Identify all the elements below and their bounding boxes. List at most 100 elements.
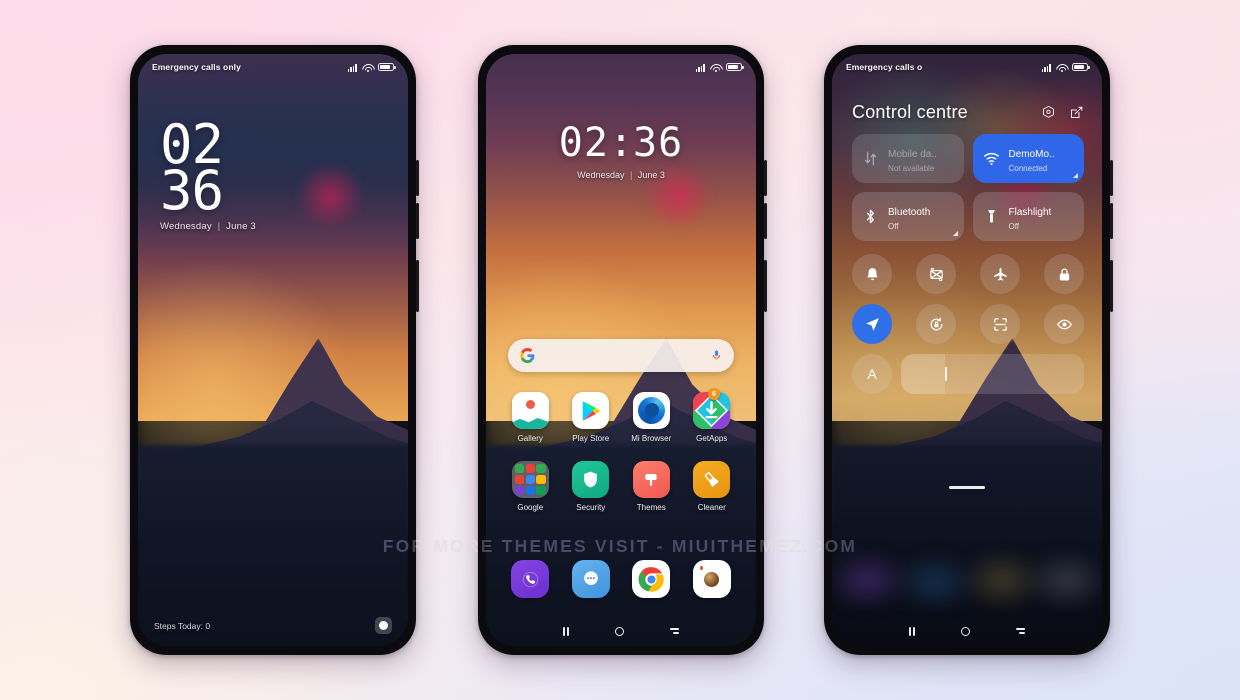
date-day: Wednesday bbox=[160, 220, 212, 232]
app-gallery[interactable]: Gallery bbox=[500, 392, 561, 443]
brightness-slider-knob[interactable] bbox=[944, 367, 947, 381]
app-label: Mi Browser bbox=[631, 434, 672, 443]
control-centre-status-bar: Emergency calls o bbox=[832, 54, 1102, 80]
google-search-bar[interactable] bbox=[508, 339, 734, 372]
auto-brightness-icon[interactable]: A bbox=[852, 354, 892, 394]
battery-icon bbox=[378, 62, 396, 72]
tile-mobile-data[interactable]: Mobile da.. Not available bbox=[852, 134, 964, 183]
back-icon[interactable] bbox=[1016, 628, 1026, 634]
drag-handle-icon[interactable] bbox=[949, 486, 985, 489]
volume-up-button[interactable] bbox=[764, 160, 767, 196]
app-label: GetApps bbox=[696, 434, 728, 443]
tile-subtitle: Off bbox=[1008, 221, 1020, 231]
status-icons bbox=[347, 62, 396, 72]
app-themes[interactable]: Themes bbox=[621, 461, 682, 512]
app-getapps[interactable]: 6 GetApps bbox=[682, 388, 743, 443]
microphone-icon[interactable] bbox=[711, 348, 722, 363]
app-play-store[interactable]: Play Store bbox=[561, 392, 622, 443]
carrier-label: Emergency calls o bbox=[846, 62, 923, 72]
toggle-silent-bell[interactable] bbox=[852, 254, 892, 294]
wifi-tile-icon bbox=[983, 150, 1000, 167]
app-label: Gallery bbox=[517, 434, 543, 443]
steps-counter: Steps Today: 0 bbox=[154, 620, 211, 631]
toggle-lock[interactable] bbox=[1044, 254, 1084, 294]
tile-flashlight[interactable]: Flashlight Off bbox=[972, 192, 1084, 241]
tile-text: Bluetooth Off bbox=[888, 202, 930, 231]
homescreen-date: Wednesday | June 3 bbox=[486, 170, 756, 180]
lockscreen-screen[interactable]: Emergency calls only 02 36 Wednesday | J… bbox=[138, 54, 408, 646]
flashlight-icon bbox=[983, 208, 1000, 225]
date-day: Wednesday bbox=[577, 170, 625, 180]
toggle-screenshot[interactable] bbox=[916, 254, 956, 294]
control-centre-header: Control centre bbox=[852, 102, 1084, 123]
settings-hex-icon[interactable] bbox=[1041, 105, 1056, 120]
tile-expand-corner-icon[interactable] bbox=[1073, 173, 1078, 178]
date-date: June 3 bbox=[637, 170, 665, 180]
tile-title: DemoMo.. bbox=[1008, 149, 1055, 161]
volume-up-button[interactable] bbox=[416, 160, 419, 196]
app-security[interactable]: Security bbox=[561, 461, 622, 512]
signal-bars-icon bbox=[347, 63, 357, 72]
app-label: Google bbox=[517, 503, 544, 512]
toggle-auto-rotate-lock[interactable] bbox=[916, 304, 956, 344]
back-icon[interactable] bbox=[670, 628, 680, 634]
toggle-airplane-mode[interactable] bbox=[980, 254, 1020, 294]
app-row-2: Google Security Themes Cleaner bbox=[500, 461, 742, 512]
app-label: Security bbox=[576, 503, 606, 512]
dock-app-messages[interactable] bbox=[561, 560, 622, 598]
clock-minutes: 36 bbox=[633, 120, 684, 166]
carrier-label: Emergency calls only bbox=[152, 62, 241, 72]
home-icon[interactable] bbox=[961, 626, 971, 636]
clock-time: 02:36 bbox=[486, 120, 756, 166]
tile-row-1: Mobile da.. Not available DemoMo.. Conne… bbox=[852, 134, 1084, 183]
tile-wifi[interactable]: DemoMo.. Connected bbox=[972, 134, 1084, 183]
phone-control-centre: Emergency calls o Control centre Mobile … bbox=[824, 45, 1113, 655]
power-button[interactable] bbox=[1110, 260, 1113, 312]
status-icons bbox=[695, 62, 744, 72]
date-separator: | bbox=[217, 220, 221, 232]
volume-down-button[interactable] bbox=[764, 203, 767, 239]
play-store-icon bbox=[572, 392, 610, 429]
homescreen-screen[interactable]: 02:36 Wednesday | June 3 Gallery Play St… bbox=[486, 54, 756, 646]
app-google-folder[interactable]: Google bbox=[500, 461, 561, 512]
tile-subtitle: Not available bbox=[888, 163, 935, 173]
google-folder-icon bbox=[511, 461, 549, 498]
control-centre-screen[interactable]: Emergency calls o Control centre Mobile … bbox=[832, 54, 1102, 646]
camera-icon bbox=[692, 560, 731, 598]
camera-shortcut-icon[interactable] bbox=[375, 617, 392, 634]
dock-app-camera[interactable] bbox=[682, 560, 743, 598]
app-cleaner[interactable]: Cleaner bbox=[682, 461, 743, 512]
cleaner-icon bbox=[693, 461, 731, 498]
bluetooth-icon bbox=[862, 208, 879, 225]
tile-bluetooth[interactable]: Bluetooth Off bbox=[852, 192, 964, 241]
power-button[interactable] bbox=[764, 260, 767, 312]
toggle-location[interactable] bbox=[852, 304, 892, 344]
edit-pencil-icon[interactable] bbox=[1069, 105, 1084, 120]
volume-down-button[interactable] bbox=[1110, 203, 1113, 239]
tile-expand-corner-icon[interactable] bbox=[952, 231, 958, 236]
toggle-scanner[interactable] bbox=[980, 304, 1020, 344]
volume-up-button[interactable] bbox=[1110, 160, 1113, 196]
power-button[interactable] bbox=[416, 260, 419, 312]
clock-colon: : bbox=[608, 120, 634, 166]
homescreen-clock-widget[interactable]: 02:36 Wednesday | June 3 bbox=[486, 120, 756, 180]
brightness-slider[interactable] bbox=[901, 354, 1084, 394]
app-mi-browser[interactable]: Mi Browser bbox=[621, 392, 682, 443]
recents-icon[interactable] bbox=[908, 626, 916, 636]
lockscreen-bottom-bar: Steps Today: 0 bbox=[138, 617, 408, 634]
volume-down-button[interactable] bbox=[416, 203, 419, 239]
home-icon[interactable] bbox=[615, 626, 625, 636]
status-icons bbox=[1041, 62, 1090, 72]
dock-app-phone[interactable] bbox=[500, 560, 561, 598]
toggle-row-1 bbox=[852, 254, 1084, 294]
getapps-badge: 6 bbox=[708, 388, 720, 400]
tile-title: Flashlight bbox=[1008, 207, 1052, 219]
control-centre-nav-bar bbox=[832, 616, 1102, 646]
chrome-icon bbox=[632, 560, 671, 598]
recents-icon[interactable] bbox=[562, 626, 570, 636]
app-label: Cleaner bbox=[697, 503, 726, 512]
header-actions bbox=[1041, 105, 1084, 120]
dock-app-chrome[interactable] bbox=[621, 560, 682, 598]
homescreen-app-grid: Gallery Play Store Mi Browser 6 GetApps … bbox=[500, 388, 743, 512]
toggle-reading-mode[interactable] bbox=[1044, 304, 1084, 344]
